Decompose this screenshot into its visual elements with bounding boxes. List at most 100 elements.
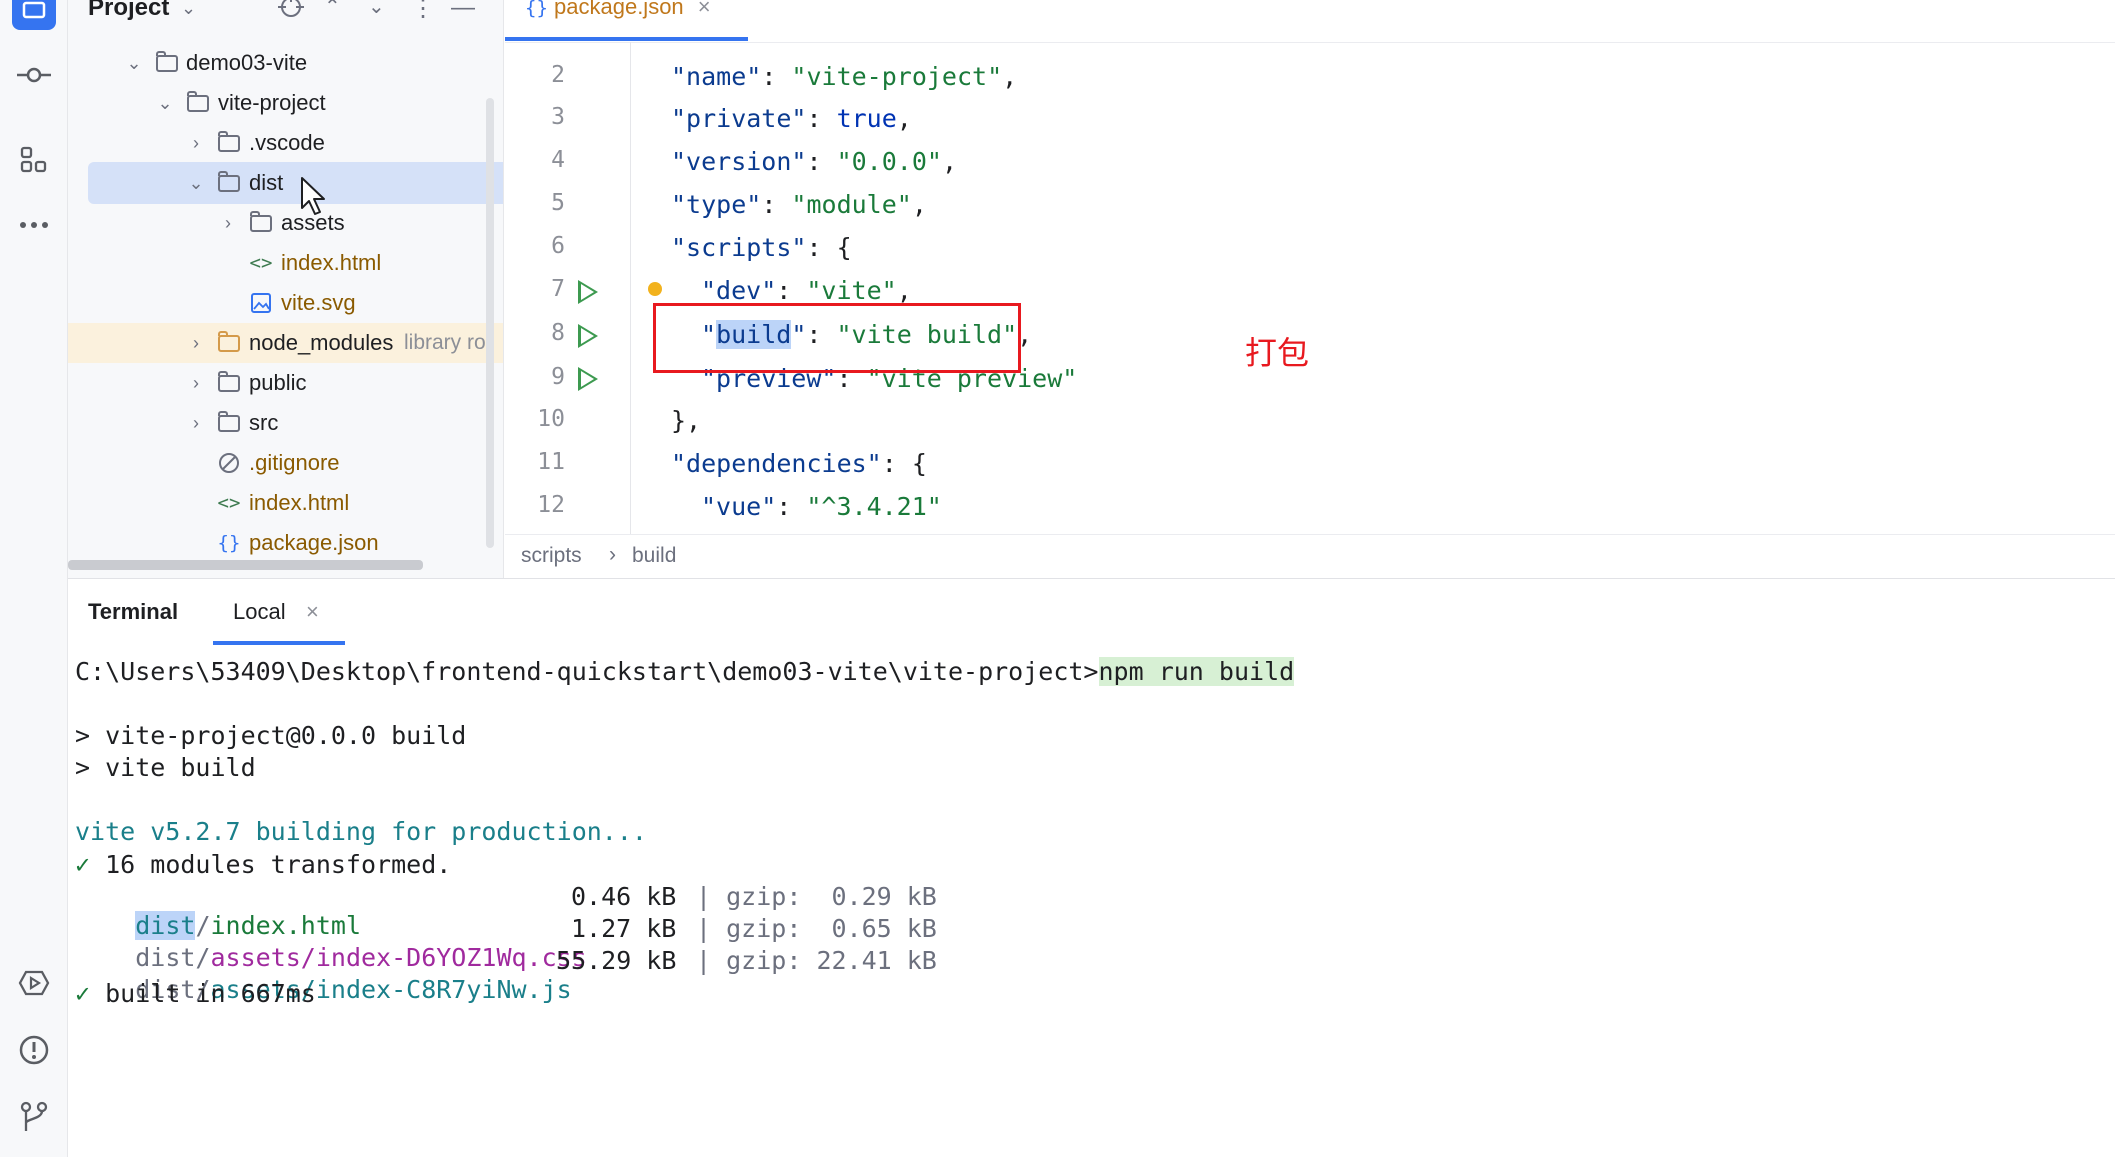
tool-window-strip (0, 0, 68, 1157)
more-icon[interactable] (14, 205, 54, 245)
chevron-down-icon[interactable]: ⌄ (155, 93, 175, 114)
tree-item-label: .vscode (249, 130, 325, 155)
code-line-11: "dependencies": { (671, 449, 927, 478)
tree-item-index-html[interactable]: <> index.html (68, 483, 500, 523)
tree-item-label: vite.svg (281, 290, 356, 315)
expand-all-icon[interactable]: ⌃ (324, 0, 341, 19)
tree-item-dist-index-html[interactable]: <> index.html (68, 243, 500, 283)
chevron-right-icon[interactable]: › (186, 373, 206, 394)
line-number: 8 (551, 320, 565, 346)
tree-vertical-scrollbar[interactable] (486, 98, 494, 548)
line-number: 5 (551, 190, 565, 216)
folder-icon (216, 330, 242, 354)
breadcrumb-item-scripts[interactable]: scripts (521, 544, 582, 568)
locate-icon[interactable] (278, 0, 304, 27)
folder-icon (185, 90, 211, 114)
tree-item-gitignore[interactable]: .gitignore (68, 443, 500, 483)
terminal-output-line: ✓ 16 modules transformed. (75, 850, 452, 879)
line-number: 12 (537, 492, 565, 518)
build-file-gzip: | gzip: 22.41 kB (696, 946, 937, 975)
terminal-header: Terminal Local × (68, 579, 2115, 629)
chevron-right-icon[interactable]: › (186, 333, 206, 354)
html-file-icon: <> (249, 252, 273, 274)
chevron-right-icon[interactable]: › (186, 133, 206, 154)
lightbulb-icon[interactable] (648, 282, 662, 296)
line-number: 3 (551, 104, 565, 130)
chevron-right-icon[interactable]: › (186, 413, 206, 434)
tree-item-src[interactable]: › src (68, 403, 500, 443)
code-line-3: "private": true, (671, 104, 912, 133)
line-number: 11 (537, 449, 565, 475)
tree-item-label: public (249, 370, 307, 395)
tree-item-label: node_modules (249, 330, 394, 355)
run-script-icon[interactable] (578, 324, 598, 348)
project-panel-title[interactable]: Project (88, 0, 169, 22)
code-line-12: "vue": "^3.4.21" (701, 492, 942, 521)
chevron-down-icon[interactable]: ⌄ (124, 53, 144, 74)
run-script-icon[interactable] (578, 367, 598, 391)
chevron-down-icon[interactable]: ⌄ (186, 173, 206, 194)
line-number: 7 (551, 276, 565, 302)
code-line-5: "type": "module", (671, 190, 927, 219)
tree-item-dist[interactable]: ⌄ dist (68, 163, 500, 203)
tree-item-vscode[interactable]: › .vscode (68, 123, 500, 163)
breadcrumb-item-build[interactable]: build (632, 544, 676, 568)
breadcrumb: scripts › build (505, 534, 2115, 579)
mouse-cursor-icon (300, 176, 330, 223)
build-file-gzip: | gzip: 0.29 kB (696, 882, 937, 911)
terminal-panel: Terminal Local × C:\Users\53409\Desktop\… (68, 578, 2115, 1158)
chevron-down-icon[interactable]: ⌄ (181, 0, 196, 19)
terminal-output-line: > vite-project@0.0.0 build (75, 721, 467, 750)
tree-item-public[interactable]: › public (68, 363, 500, 403)
problems-icon[interactable] (14, 1030, 54, 1070)
build-file-gzip: | gzip: 0.65 kB (696, 914, 937, 943)
indent-guide (630, 42, 631, 534)
tree-item-label: dist (249, 170, 284, 195)
line-number: 2 (551, 62, 565, 88)
structure-icon[interactable] (14, 140, 54, 180)
tree-item-label: src (249, 410, 279, 435)
folder-icon (216, 130, 242, 154)
services-icon[interactable] (14, 963, 54, 1003)
active-tab-indicator (213, 641, 345, 645)
tab-local[interactable]: Local (233, 599, 286, 625)
project-tool-icon[interactable] (12, 0, 56, 30)
code-area[interactable]: "name": "vite-project", "private": true,… (667, 42, 2107, 534)
code-line-2: "name": "vite-project", (671, 62, 1018, 91)
editor-gutter: 2 3 4 5 6 7 8 9 10 11 12 (505, 42, 635, 534)
html-file-icon: <> (217, 492, 241, 514)
tab-package-json[interactable]: {} package.json × (525, 0, 711, 20)
build-file-size: 1.27 kB (571, 914, 677, 943)
run-script-icon[interactable] (578, 280, 598, 304)
tree-item-vite-svg[interactable]: vite.svg (68, 283, 500, 323)
tree-item-demo03-vite[interactable]: ⌄ demo03-vite (68, 43, 500, 83)
collapse-all-icon[interactable]: ⌄ (368, 0, 385, 19)
tree-horizontal-scrollbar[interactable] (68, 560, 423, 570)
hide-panel-icon[interactable]: — (451, 0, 475, 22)
terminal-title[interactable]: Terminal (88, 599, 178, 625)
tree-item-assets[interactable]: › assets (68, 203, 500, 243)
tree-item-package-json[interactable]: {} package.json (68, 523, 500, 563)
close-icon[interactable]: × (698, 0, 711, 19)
chevron-right-icon[interactable]: › (218, 213, 238, 234)
tree-item-vite-project[interactable]: ⌄ vite-project (68, 83, 500, 123)
code-line-7: "dev": "vite", (701, 276, 912, 305)
tree-item-hint: library ro (404, 331, 486, 354)
tree-item-node-modules[interactable]: › node_modules library ro (68, 323, 500, 363)
git-icon[interactable] (14, 1097, 54, 1137)
folder-icon (216, 410, 242, 434)
commit-icon[interactable] (14, 55, 54, 95)
options-icon[interactable]: ⋮ (411, 0, 435, 23)
terminal-output-line: ✓ built in 667ms (75, 979, 316, 1008)
editor-tab-bar: {} package.json × (505, 0, 2115, 43)
tree-item-label: index.html (249, 490, 350, 515)
tree-item-label: demo03-vite (186, 50, 308, 75)
line-number: 10 (537, 406, 565, 432)
code-line-10: }, (671, 406, 702, 435)
json-file-icon: {} (217, 532, 241, 554)
close-icon[interactable]: × (306, 599, 319, 625)
annotation-box (653, 303, 1021, 373)
tree-item-label: .gitignore (249, 450, 340, 475)
terminal-prompt-line[interactable]: C:\Users\53409\Desktop\frontend-quicksta… (75, 657, 1295, 686)
folder-icon (248, 210, 274, 234)
